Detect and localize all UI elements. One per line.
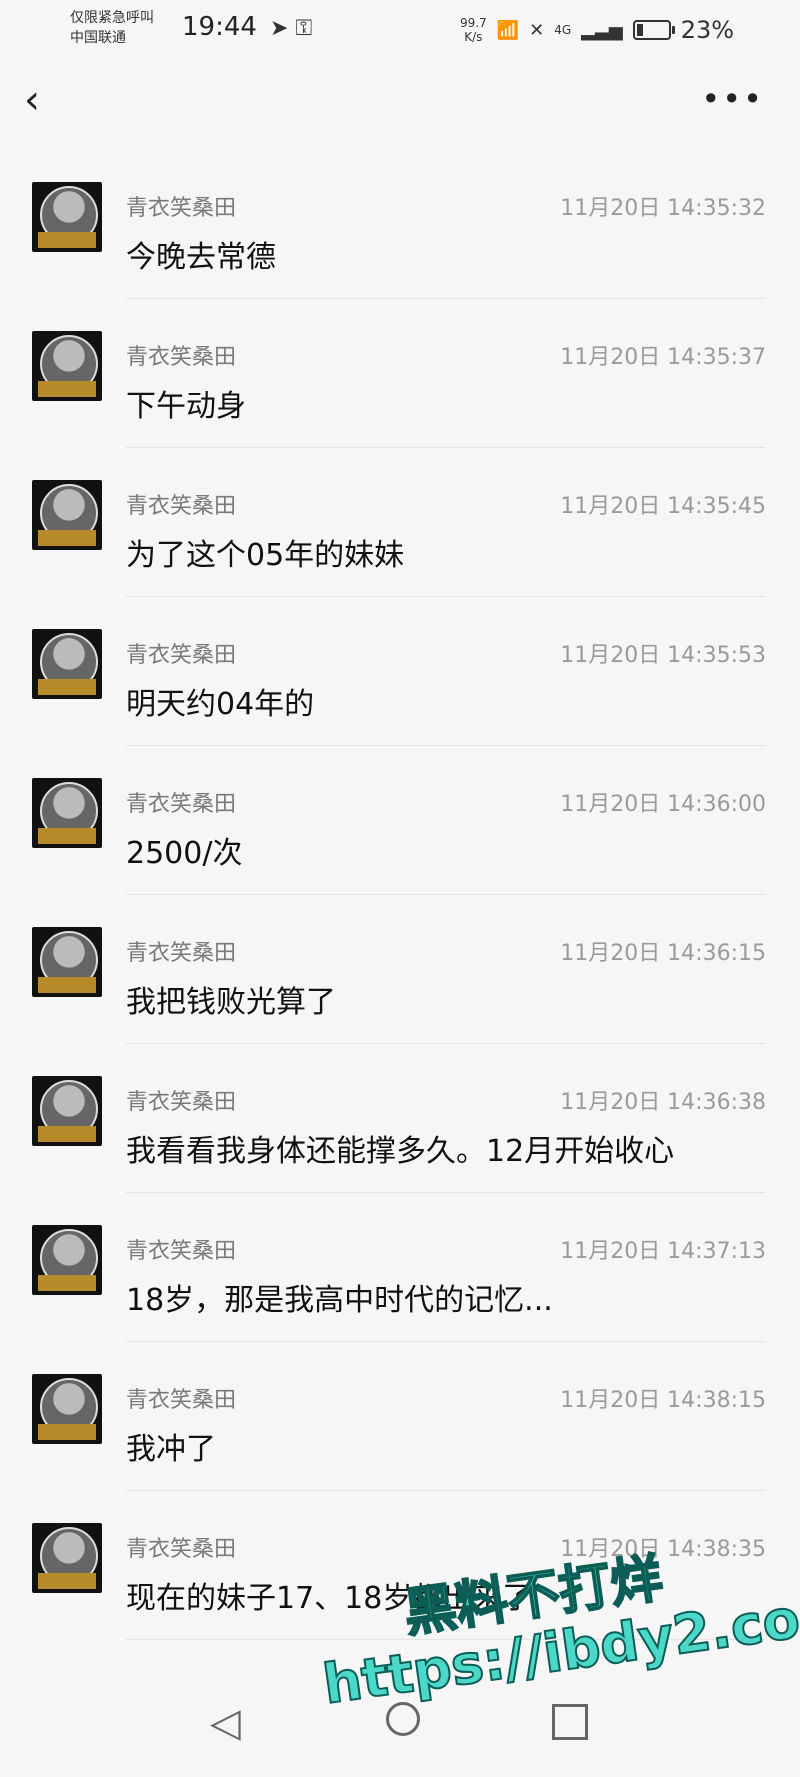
sender-name: 青衣笑桑田 bbox=[126, 643, 237, 668]
status-icons: ➤ ⚿ bbox=[270, 16, 312, 41]
message-row[interactable]: 青衣笑桑田 11月20日 14:36:00 2500/次 bbox=[0, 746, 800, 895]
message-row[interactable]: 青衣笑桑田 11月20日 14:37:13 18岁，那是我高中时代的记忆... bbox=[0, 1193, 800, 1342]
nav-back-icon[interactable]: ◁ bbox=[210, 1700, 241, 1746]
avatar-banner bbox=[38, 1424, 96, 1440]
more-icon[interactable]: ••• bbox=[701, 80, 764, 118]
emergency-text: 仅限紧急呼叫 bbox=[70, 10, 154, 26]
net-speed-value: 99.7 bbox=[460, 16, 487, 30]
avatar-banner bbox=[38, 1275, 96, 1291]
avatar[interactable] bbox=[32, 1076, 102, 1146]
avatar-banner bbox=[38, 977, 96, 993]
avatar[interactable] bbox=[32, 629, 102, 699]
avatar-banner bbox=[38, 828, 96, 844]
message-text: 下午动身 bbox=[126, 389, 246, 424]
sender-name: 青衣笑桑田 bbox=[126, 1239, 237, 1264]
message-text: 我把钱败光算了 bbox=[126, 985, 336, 1020]
avatar-banner bbox=[38, 1573, 96, 1589]
avatar-banner bbox=[38, 232, 96, 248]
carrier-info: 仅限紧急呼叫 中国联通 bbox=[70, 8, 154, 48]
sender-name: 青衣笑桑田 bbox=[126, 196, 237, 221]
status-right: 99.7 K/s 📶 ✕ 4G ▂▃▅ 23% bbox=[460, 10, 734, 50]
status-bar: 仅限紧急呼叫 中国联通 19:44 ➤ ⚿ 99.7 K/s 📶 ✕ 4G ▂▃… bbox=[0, 0, 800, 62]
carrier-name: 中国联通 bbox=[70, 30, 126, 46]
sender-name: 青衣笑桑田 bbox=[126, 792, 237, 817]
avatar[interactable] bbox=[32, 331, 102, 401]
message-time: 11月20日 14:35:45 bbox=[560, 494, 766, 519]
avatar[interactable] bbox=[32, 778, 102, 848]
sender-name: 青衣笑桑田 bbox=[126, 345, 237, 370]
signal-icon: ▂▃▅ bbox=[581, 19, 623, 41]
avatar[interactable] bbox=[32, 927, 102, 997]
chevron-left-icon[interactable]: ‹ bbox=[24, 80, 40, 120]
sender-name: 青衣笑桑田 bbox=[126, 1537, 237, 1562]
status-time: 19:44 bbox=[182, 12, 257, 42]
battery-fill bbox=[636, 24, 644, 36]
wifi-icon: 📶 bbox=[496, 19, 520, 41]
message-row[interactable]: 青衣笑桑田 11月20日 14:36:38 我看看我身体还能撑多久。12月开始收… bbox=[0, 1044, 800, 1193]
message-time: 11月20日 14:35:32 bbox=[560, 196, 766, 221]
avatar-banner bbox=[38, 530, 96, 546]
signal-x-icon: ✕ bbox=[529, 19, 545, 41]
sender-name: 青衣笑桑田 bbox=[126, 494, 237, 519]
message-time: 11月20日 14:36:15 bbox=[560, 941, 766, 966]
message-row[interactable]: 青衣笑桑田 11月20日 14:35:37 下午动身 bbox=[0, 299, 800, 448]
net-speed: 99.7 K/s bbox=[460, 16, 487, 44]
message-row[interactable]: 青衣笑桑田 11月20日 14:35:45 为了这个05年的妹妹 bbox=[0, 448, 800, 597]
header-bar: ‹ ••• bbox=[0, 62, 800, 150]
sender-name: 青衣笑桑田 bbox=[126, 941, 237, 966]
key-icon: ⚿ bbox=[295, 16, 313, 41]
avatar[interactable] bbox=[32, 1523, 102, 1593]
avatar-banner bbox=[38, 1126, 96, 1142]
message-text: 2500/次 bbox=[126, 836, 243, 871]
message-time: 11月20日 14:35:37 bbox=[560, 345, 766, 370]
message-row[interactable]: 青衣笑桑田 11月20日 14:38:15 我冲了 bbox=[0, 1342, 800, 1491]
avatar[interactable] bbox=[32, 1225, 102, 1295]
sender-name: 青衣笑桑田 bbox=[126, 1388, 237, 1413]
avatar[interactable] bbox=[32, 1374, 102, 1444]
nav-recent-icon[interactable] bbox=[552, 1704, 588, 1740]
avatar[interactable] bbox=[32, 182, 102, 252]
message-time: 11月20日 14:36:38 bbox=[560, 1090, 766, 1115]
message-time: 11月20日 14:36:00 bbox=[560, 792, 766, 817]
message-text: 我看看我身体还能撑多久。12月开始收心 bbox=[126, 1134, 675, 1169]
message-time: 11月20日 14:37:13 bbox=[560, 1239, 766, 1264]
sender-name: 青衣笑桑田 bbox=[126, 1090, 237, 1115]
message-text: 明天约04年的 bbox=[126, 687, 315, 722]
message-row[interactable]: 青衣笑桑田 11月20日 14:35:53 明天约04年的 bbox=[0, 597, 800, 746]
message-text: 今晚去常德 bbox=[126, 240, 276, 275]
message-text: 我冲了 bbox=[126, 1432, 216, 1467]
message-time: 11月20日 14:38:15 bbox=[560, 1388, 766, 1413]
message-list: 青衣笑桑田 11月20日 14:35:32 今晚去常德 青衣笑桑田 11月20日… bbox=[0, 150, 800, 1640]
telegram-icon: ➤ bbox=[270, 16, 289, 41]
avatar-banner bbox=[38, 679, 96, 695]
battery-icon bbox=[632, 20, 675, 40]
message-time: 11月20日 14:35:53 bbox=[560, 643, 766, 668]
avatar-banner bbox=[38, 381, 96, 397]
net-speed-unit: K/s bbox=[464, 30, 483, 44]
network-type: 4G bbox=[554, 23, 572, 37]
battery-percent: 23% bbox=[680, 16, 735, 44]
message-row[interactable]: 青衣笑桑田 11月20日 14:36:15 我把钱败光算了 bbox=[0, 895, 800, 1044]
message-row[interactable]: 青衣笑桑田 11月20日 14:35:32 今晚去常德 bbox=[0, 150, 800, 299]
message-text: 18岁，那是我高中时代的记忆... bbox=[126, 1283, 553, 1318]
avatar[interactable] bbox=[32, 480, 102, 550]
message-text: 为了这个05年的妹妹 bbox=[126, 538, 405, 573]
